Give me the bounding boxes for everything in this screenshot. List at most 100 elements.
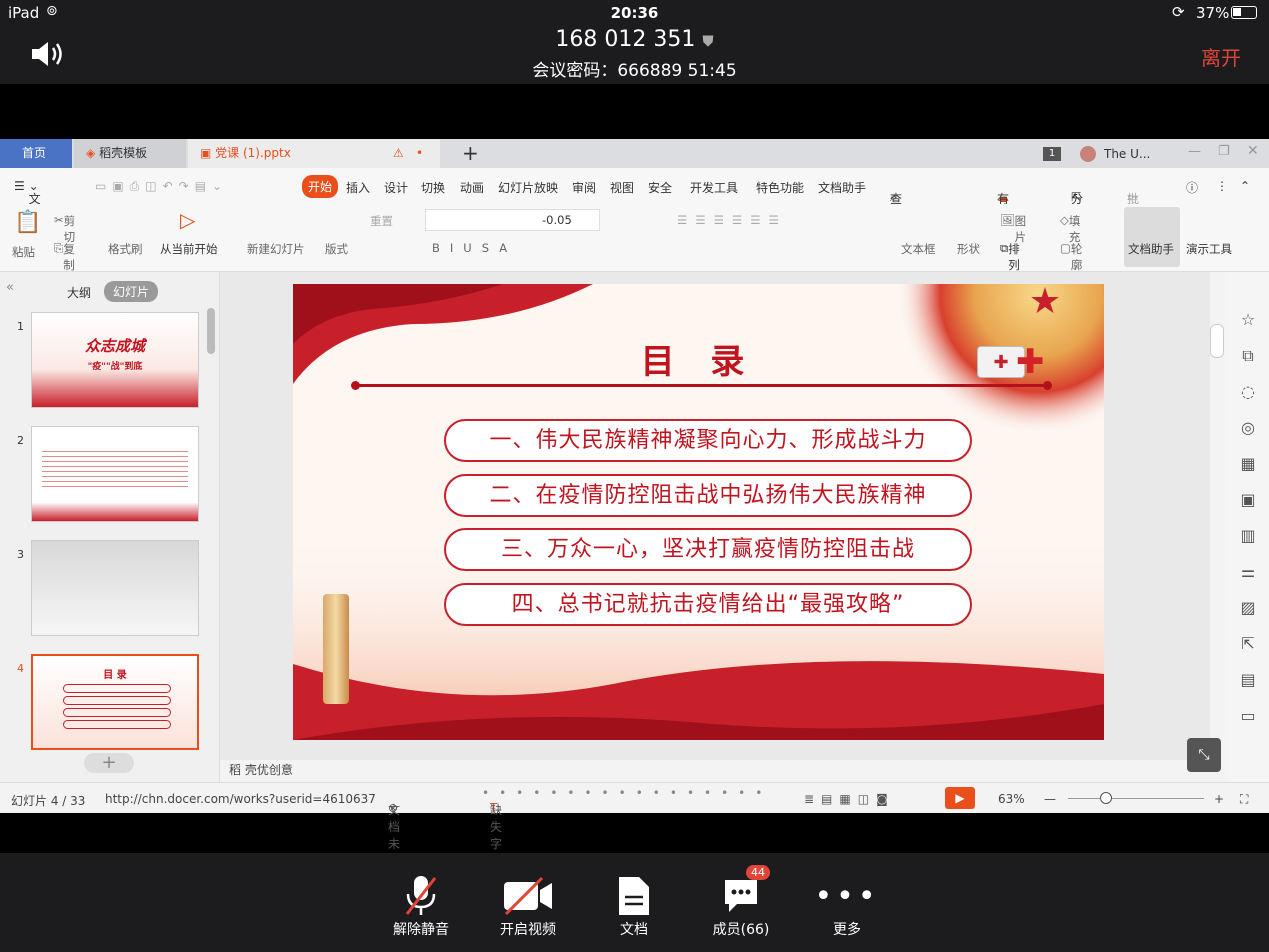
battery-percent: 37% bbox=[1196, 4, 1230, 22]
menu-insert[interactable]: 插入 bbox=[346, 179, 370, 196]
menu-design[interactable]: 设计 bbox=[384, 179, 408, 196]
ppt-file-icon: ▣ bbox=[200, 146, 212, 160]
paste-button[interactable]: 粘贴 bbox=[12, 244, 35, 260]
more-button[interactable]: ••• 更多 bbox=[802, 873, 892, 939]
docs-button[interactable]: 文档 bbox=[589, 873, 679, 939]
slides-tab[interactable]: 幻灯片 bbox=[104, 281, 159, 302]
doc-helper-ribbon-button[interactable]: 文档助手 bbox=[1124, 207, 1180, 267]
collapse-panel-icon[interactable]: « bbox=[6, 280, 14, 295]
start-video-button[interactable]: 开启视频 bbox=[483, 873, 573, 939]
unmute-button[interactable]: 解除静音 bbox=[376, 873, 466, 939]
tab-file[interactable]: ▣ 党课 (1).pptx ⚠ • bbox=[188, 139, 440, 168]
members-badge: 44 bbox=[746, 865, 770, 880]
font-name-field[interactable] bbox=[425, 209, 600, 231]
picture-button[interactable]: 🖼 图片 bbox=[1000, 213, 1026, 244]
menu-review[interactable]: 审阅 bbox=[572, 179, 596, 196]
spacing-field[interactable]: -0.05 bbox=[542, 213, 572, 227]
menu-animation[interactable]: 动画 bbox=[460, 179, 484, 196]
underline-dot bbox=[351, 381, 360, 390]
notes-area[interactable]: 稻 壳优创意 bbox=[229, 761, 293, 778]
new-tab-button[interactable]: + bbox=[450, 139, 479, 168]
slide-title: 目 录 bbox=[640, 342, 757, 382]
view-mode-icons[interactable]: ≣▤▦◫◙ bbox=[804, 792, 895, 806]
panel-scrollbar[interactable] bbox=[207, 308, 215, 354]
play-slideshow-icon[interactable]: ▶ bbox=[945, 787, 975, 809]
slide-thumb-4[interactable]: 目 录 bbox=[31, 654, 199, 750]
format-painter-button[interactable]: 格式刷 bbox=[108, 241, 143, 257]
current-slide[interactable]: ★ ✚ ✚ 目 录 一、伟大民族精神凝聚向心力、形成战斗力 二、在疫情防控阻击战… bbox=[293, 284, 1104, 740]
leave-button[interactable]: 离开 bbox=[1201, 42, 1241, 71]
text-format-icons[interactable]: BIUSA bbox=[432, 241, 517, 255]
more-dots-icon: ••• bbox=[814, 878, 880, 914]
zoom-out-icon[interactable]: — bbox=[1044, 792, 1056, 806]
menu-special[interactable]: 特色功能 bbox=[756, 179, 804, 196]
fullscreen-exit-icon[interactable]: ⤡ bbox=[1187, 738, 1221, 772]
menu-start[interactable]: 开始 bbox=[302, 175, 339, 198]
tab-home[interactable]: 首页 bbox=[0, 139, 72, 168]
user-name[interactable]: The U... bbox=[1104, 147, 1150, 161]
thumb2-text-lines bbox=[42, 447, 188, 491]
restore-icon[interactable]: ❐ bbox=[1218, 144, 1230, 159]
members-label: 成员(66) bbox=[712, 922, 770, 938]
chat-bubble-icon bbox=[696, 873, 786, 919]
reset-button[interactable]: 重置 bbox=[370, 213, 393, 229]
slide-number-2: 2 bbox=[17, 434, 24, 447]
menu-view[interactable]: 视图 bbox=[610, 179, 634, 196]
tab-template[interactable]: ◈ 稻壳模板 bbox=[74, 139, 186, 168]
menu-security[interactable]: 安全 bbox=[648, 179, 672, 196]
star-emblem-icon: ★ bbox=[1028, 284, 1062, 322]
slide-number-3: 3 bbox=[17, 548, 24, 561]
clock: 20:36 bbox=[610, 4, 659, 22]
menu-developer[interactable]: 开发工具 bbox=[690, 179, 738, 196]
outline-tab[interactable]: 大纲 bbox=[67, 284, 91, 301]
help-icon[interactable]: ⓘ bbox=[1186, 179, 1198, 196]
menu-switch[interactable]: 切换 bbox=[421, 179, 445, 196]
arrange-button[interactable]: ⧉ 排列 bbox=[1000, 241, 1020, 272]
slide-thumb-3[interactable] bbox=[31, 540, 199, 636]
collapse-ribbon-icon[interactable]: ⌃ bbox=[1240, 179, 1250, 193]
canvas-scrollbar[interactable] bbox=[1210, 324, 1224, 358]
thumb4-item bbox=[63, 720, 171, 729]
toc-item: 一、伟大民族精神凝聚向心力、形成战斗力 bbox=[444, 419, 972, 462]
minimize-icon[interactable]: — bbox=[1188, 144, 1201, 159]
cut-button[interactable]: ✂ 剪切 bbox=[54, 213, 75, 244]
layout-button[interactable]: 版式 bbox=[325, 241, 348, 257]
zoom-slider-thumb[interactable] bbox=[1100, 792, 1112, 804]
menu-file[interactable]: ☰ 文件 ⌄ bbox=[14, 179, 41, 223]
new-slide-button[interactable]: 新建幻灯片 bbox=[247, 241, 305, 257]
slide-thumb-1[interactable]: 众志成城 "疫""战"到底 bbox=[31, 312, 199, 408]
add-slide-button[interactable]: + bbox=[84, 753, 134, 773]
slide-thumb-2[interactable] bbox=[31, 426, 199, 522]
slide-number-4: 4 bbox=[17, 662, 24, 675]
members-button[interactable]: 成员(66) 44 bbox=[696, 865, 786, 939]
avatar[interactable] bbox=[1080, 146, 1096, 162]
textbox-button[interactable]: 文本框 bbox=[901, 241, 936, 257]
right-tool-icons[interactable]: ☆ ⧉ ◌ ◎ ▦ ▣ ▥ ⚌ ▨ ⇱ ▤ ▭ bbox=[1238, 302, 1258, 734]
copy-button[interactable]: ⎘ 复制 bbox=[54, 241, 75, 272]
zoom-in-icon[interactable]: + bbox=[1214, 792, 1224, 806]
tab-bar: 首页 ◈ 稻壳模板 ▣ 党课 (1).pptx ⚠ • + 1 The U... —… bbox=[0, 139, 1269, 168]
thumb1-subtitle: "疫""战"到底 bbox=[87, 362, 143, 372]
shield-icon: ⛊ bbox=[702, 32, 714, 50]
quick-access-icons[interactable]: ▭▣⎙◫↶↷▤⌄ bbox=[95, 179, 228, 194]
close-icon[interactable]: ✕ bbox=[1247, 143, 1259, 159]
zoom-level[interactable]: 63% bbox=[998, 792, 1025, 806]
fill-button[interactable]: ◇ 填充 bbox=[1060, 213, 1080, 244]
from-current-button[interactable]: 从当前开始 bbox=[160, 241, 218, 257]
battery-icon bbox=[1231, 6, 1257, 19]
docer-url[interactable]: http://chn.docer.com/works?userid=461063… bbox=[105, 792, 376, 806]
zoom-slider[interactable] bbox=[1068, 798, 1204, 799]
present-tools-button[interactable]: 演示工具 bbox=[1186, 241, 1232, 257]
shape-button[interactable]: 形状 bbox=[957, 241, 980, 257]
meeting-bottom-bar: 解除静音 开启视频 文档 成员(66) 44 ••• 更多 bbox=[0, 853, 1269, 952]
thumb4-item bbox=[63, 708, 171, 717]
paragraph-icons[interactable]: ☰☰☰☰☰☰ bbox=[677, 213, 787, 227]
docer-logo-icon: ◈ bbox=[86, 146, 96, 160]
outline-button[interactable]: ▢ 轮廓 bbox=[1060, 241, 1082, 272]
more-menu-icon[interactable]: ⋮ bbox=[1216, 179, 1228, 193]
fit-window-icon[interactable]: ⛶ bbox=[1240, 792, 1248, 807]
more-label: 更多 bbox=[833, 922, 861, 938]
menu-doc-helper[interactable]: 文档助手 bbox=[818, 179, 866, 196]
menu-slideshow[interactable]: 幻灯片放映 bbox=[498, 179, 558, 196]
toc-item: 三、万众一心，坚决打赢疫情防控阻击战 bbox=[444, 528, 972, 571]
